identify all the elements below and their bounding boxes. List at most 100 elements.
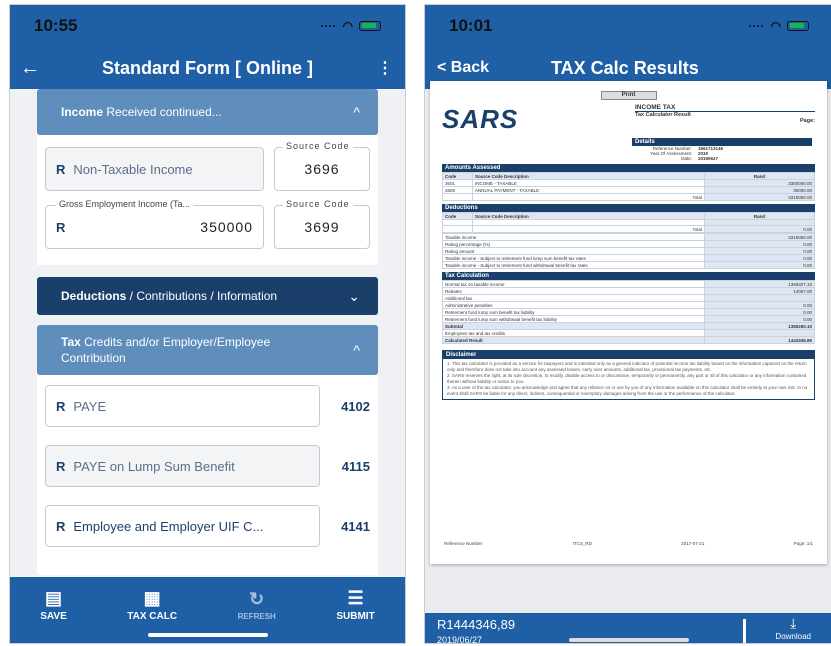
table-row: 3605 ANNUAL PAYMENT - TAXABLE 35000.00: [442, 186, 815, 194]
table-row: Rating amount 0.00: [442, 247, 815, 255]
tax-result-document: Print SARS INCOME TAX Tax Calculator Res…: [430, 81, 827, 564]
more-menu-icon[interactable]: ⋮: [365, 58, 405, 78]
battery-icon: [359, 21, 381, 31]
results-viewer[interactable]: Print SARS INCOME TAX Tax Calculator Res…: [425, 81, 831, 613]
disclaimer-item: 2. SARS reserves the right, at its sole …: [447, 373, 807, 384]
checklist-icon: ☰: [347, 587, 364, 608]
tax-item-label: PAYE: [73, 398, 107, 414]
tax-item-row: R PAYE 4102: [45, 385, 370, 427]
disclaimer-box: Disclaimer 1. This tax calculator is pro…: [442, 350, 815, 400]
home-indicator[interactable]: [569, 638, 689, 642]
amounts-title: Amounts Assessed: [442, 164, 815, 172]
disclaimer-title: Disclaimer: [443, 351, 814, 359]
signal-icon: ····: [748, 19, 765, 33]
income-section-title: Income Received continued...: [61, 105, 222, 119]
currency-label: R: [56, 458, 66, 474]
footer-page: Page: 1/1: [793, 541, 813, 546]
table-row: Employees tax and tax credits: [442, 329, 815, 337]
tax-section-title: Tax Credits and/or Employer/Employee Con…: [61, 335, 271, 365]
chevron-up-icon[interactable]: ^: [353, 342, 360, 358]
gross-employment-income-input[interactable]: Gross Employment Income (Ta... R 350000: [45, 199, 264, 249]
signal-icon: ····: [320, 19, 337, 33]
amounts-table: Code Source Code Description Rand 3601 INCO…: [442, 172, 815, 201]
deductions-section-header[interactable]: Deductions / Contributions / Information…: [37, 277, 378, 315]
disclaimer-items: 1. This tax calculator is provided as a …: [443, 359, 814, 399]
calc-table: Normal tax on taxable income 1369327.10 R…: [442, 280, 815, 344]
non-taxable-placeholder: Non-Taxable Income: [73, 161, 193, 177]
download-label: Download: [775, 632, 811, 641]
tax-item-label: PAYE on Lump Sum Benefit: [73, 458, 235, 474]
save-button[interactable]: ▤ SAVE: [40, 589, 67, 622]
submit-label: SUBMIT: [336, 610, 375, 622]
paye-lump-sum-input[interactable]: R PAYE on Lump Sum Benefit: [45, 445, 320, 487]
document-heading: INCOME TAX Tax Calculator Result Page:: [635, 104, 815, 124]
sars-logo: SARS: [442, 104, 519, 134]
left-navbar: ← Standard Form [ Online ] ⋮: [10, 47, 405, 89]
refresh-label: REFRESH: [237, 611, 276, 621]
deductions-title: Deductions: [442, 204, 815, 212]
table-row: Taxable income - Subject to retirement f…: [442, 261, 815, 269]
source-code-field[interactable]: Source Code 3696: [274, 141, 370, 191]
refresh-icon: ↻: [249, 588, 265, 609]
source-code-value: 3696: [304, 161, 340, 177]
currency-label: R: [56, 219, 66, 235]
save-label: SAVE: [40, 610, 67, 622]
back-arrow-icon[interactable]: ←: [10, 57, 50, 80]
footer-ref: Reference Number:: [444, 541, 484, 546]
gross-employment-row: Gross Employment Income (Ta... R 350000 …: [45, 199, 370, 249]
chevron-up-icon[interactable]: ^: [353, 104, 360, 120]
non-taxable-income-input[interactable]: R Non-Taxable Income: [45, 147, 264, 191]
source-code-legend: Source Code: [283, 141, 353, 151]
uif-contribution-input[interactable]: R Employee and Employer UIF C...: [45, 505, 320, 547]
page-title: Standard Form [ Online ]: [101, 57, 313, 78]
tax-item-code: 4115: [341, 458, 370, 474]
tax-item-code: 4102: [341, 398, 370, 414]
detail-row: Date: 20190627: [681, 156, 719, 161]
table-row: Retirement fund lump sum benefit tax lia…: [442, 308, 815, 316]
gross-employment-legend: Gross Employment Income (Ta...: [56, 199, 194, 209]
refresh-button[interactable]: ↻ REFRESH: [238, 590, 276, 621]
tax-item-label: Employee and Employer UIF C...: [73, 518, 264, 534]
page-label: Page:: [800, 118, 815, 124]
status-icons: ···· ◠: [321, 19, 381, 33]
table-row: Total 3315000.00: [442, 193, 815, 201]
back-button[interactable]: < Back: [425, 59, 515, 77]
download-button[interactable]: ⤓ Download: [775, 615, 811, 641]
heading-text: INCOME TAX: [635, 104, 815, 112]
document-icon: ▤: [44, 587, 62, 608]
disclaimer-item: 3. As a user of the tax calculator, you …: [447, 385, 808, 396]
tax-section-header[interactable]: Tax Credits and/or Employer/Employee Con…: [37, 325, 378, 375]
tax-calc-button[interactable]: ▦ TAX CALC: [127, 589, 177, 622]
page-title: TAX Calc Results: [551, 57, 699, 78]
source-code-field[interactable]: Source Code 3699: [274, 199, 370, 249]
left-phone-screen: 10:55 ···· ◠ ← Standard Form [ Online ] …: [9, 4, 406, 644]
source-code-value: 3699: [304, 219, 340, 235]
table-row: Rebates 14067.00: [442, 287, 815, 295]
home-indicator[interactable]: [147, 633, 268, 637]
chevron-down-icon[interactable]: ⌄: [348, 288, 360, 305]
paye-input[interactable]: R PAYE: [45, 385, 320, 427]
form-content[interactable]: Income Received continued... ^ R Non-Tax…: [10, 89, 405, 579]
table-row: Normal tax on taxable income 1369327.10: [442, 280, 815, 288]
table-row: Code Source Code Description Rand: [442, 172, 815, 180]
gross-employment-value: 350000: [200, 219, 253, 235]
bottom-action-bar: ▤ SAVE ▦ TAX CALC ↻ REFRESH ☰ SUBMIT: [10, 577, 405, 643]
currency-label: R: [56, 518, 66, 534]
income-section-header[interactable]: Income Received continued... ^: [37, 89, 378, 135]
tax-card: R PAYE 4102 R PAYE on Lump Sum Benefit 4…: [37, 375, 378, 575]
battery-icon: [787, 21, 809, 31]
table-row: Subtotal 1355260.10: [442, 322, 815, 330]
footer-form: ITCS_RD: [572, 541, 592, 546]
table-row: 3601 INCOME - TAXABLE 3380000.00: [442, 179, 815, 187]
right-phone-screen: 10:01 ···· ◠ < Back TAX Calc Results Pri…: [424, 4, 831, 644]
currency-label: R: [56, 161, 66, 177]
print-button[interactable]: Print: [600, 91, 657, 100]
status-icons: ···· ◠: [749, 19, 809, 33]
table-row: Total 0.00: [442, 225, 815, 233]
submit-button[interactable]: ☰ SUBMIT: [336, 589, 374, 622]
deductions-section-title: Deductions / Contributions / Information: [61, 289, 278, 303]
footer-divider: [743, 619, 746, 643]
wifi-icon: ◠: [342, 19, 353, 33]
table-row: Additional tax: [442, 294, 815, 302]
non-taxable-row: R Non-Taxable Income Source Code 3696: [45, 141, 370, 191]
